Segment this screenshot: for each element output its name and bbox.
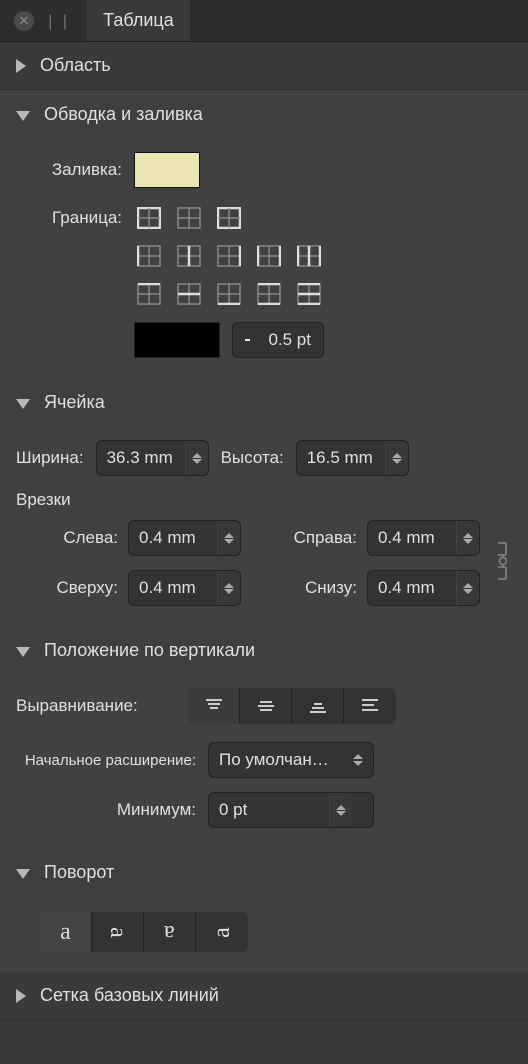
stroke-color-swatch[interactable] (134, 322, 220, 358)
section-title: Ячейка (44, 392, 105, 413)
border-left-icon[interactable] (134, 242, 164, 270)
section-title: Обводка и заливка (44, 104, 203, 125)
border-vouter-icon[interactable] (254, 242, 284, 270)
section-valign[interactable]: Положение по вертикали (0, 626, 528, 674)
height-stepper[interactable] (296, 440, 409, 476)
inset-right-label: Справа: (279, 528, 357, 548)
line-preview (245, 339, 250, 341)
border-houter-icon[interactable] (254, 280, 284, 308)
border-top-icon[interactable] (134, 280, 164, 308)
inset-top-label: Сверху: (40, 578, 118, 598)
border-label: Граница: (16, 204, 122, 228)
chevron-right-icon (16, 989, 26, 1003)
valign-middle-button[interactable] (240, 688, 292, 724)
border-hcenter-icon[interactable] (174, 280, 204, 308)
section-region[interactable]: Область (0, 42, 528, 90)
chevron-right-icon (16, 59, 26, 73)
border-outer-icon[interactable] (214, 204, 244, 232)
stroke-width-value: 0.5 pt (268, 330, 311, 350)
tab-table[interactable]: Таблица (87, 0, 190, 41)
minimum-label: Минимум: (16, 800, 196, 820)
border-right-icon[interactable] (214, 242, 244, 270)
minimum-stepper[interactable] (208, 792, 374, 828)
tab-label: Таблица (103, 10, 174, 31)
inset-top-stepper[interactable] (128, 570, 241, 606)
extension-value: По умолчан… (219, 750, 329, 770)
rotate-180-button[interactable]: a (144, 912, 196, 952)
chevron-down-icon (16, 399, 30, 409)
section-baseline-grid[interactable]: Сетка базовых линий (0, 972, 528, 1020)
link-lock-icon[interactable] (494, 537, 512, 590)
align-label: Выравнивание: (16, 696, 176, 716)
border-hall-icon[interactable] (294, 280, 324, 308)
width-label: Ширина: (16, 448, 84, 468)
chevron-down-icon (16, 647, 30, 657)
inset-left-stepper[interactable] (128, 520, 241, 556)
section-title: Поворот (44, 862, 114, 883)
inset-top-input[interactable] (139, 578, 217, 598)
inset-bottom-input[interactable] (378, 578, 456, 598)
border-bottom-icon[interactable] (214, 280, 244, 308)
valign-top-button[interactable] (188, 688, 240, 724)
extension-popup[interactable]: По умолчан… (208, 742, 374, 778)
inset-right-stepper[interactable] (367, 520, 480, 556)
border-vall-icon[interactable] (294, 242, 324, 270)
border-none-icon[interactable] (174, 204, 204, 232)
inset-bottom-stepper[interactable] (367, 570, 480, 606)
rotate-0-button[interactable]: a (40, 912, 92, 952)
section-rotate[interactable]: Поворот (0, 848, 528, 896)
section-title: Сетка базовых линий (40, 985, 219, 1006)
width-input[interactable] (107, 448, 185, 468)
inset-left-label: Слева: (40, 528, 118, 548)
border-all-icon[interactable] (134, 204, 164, 232)
valign-justify-button[interactable] (344, 688, 396, 724)
stroke-width-popup[interactable]: 0.5 pt (232, 322, 324, 358)
chevron-down-icon (16, 111, 30, 121)
section-cell[interactable]: Ячейка (0, 378, 528, 426)
inset-right-input[interactable] (378, 528, 456, 548)
dock-icon: ❘❘ (44, 12, 73, 30)
extension-label: Начальное расширение: (16, 752, 196, 769)
height-input[interactable] (307, 448, 385, 468)
fill-color-swatch[interactable] (134, 152, 200, 188)
width-stepper[interactable] (96, 440, 209, 476)
rotate-90-button[interactable]: a (92, 912, 144, 952)
fill-label: Заливка: (16, 160, 122, 180)
inset-bottom-label: Снизу: (279, 578, 357, 598)
height-label: Высота: (221, 448, 284, 468)
chevron-down-icon (16, 869, 30, 879)
rotate-270-button[interactable]: a (196, 912, 248, 952)
close-button[interactable]: ✕ (14, 11, 34, 31)
minimum-input[interactable] (219, 800, 329, 820)
section-title: Область (40, 55, 111, 76)
section-stroke-fill[interactable]: Обводка и заливка (0, 90, 528, 138)
inset-left-input[interactable] (139, 528, 217, 548)
valign-bottom-button[interactable] (292, 688, 344, 724)
insets-label: Врезки (16, 490, 512, 510)
section-title: Положение по вертикали (44, 640, 255, 661)
border-vcenter-icon[interactable] (174, 242, 204, 270)
